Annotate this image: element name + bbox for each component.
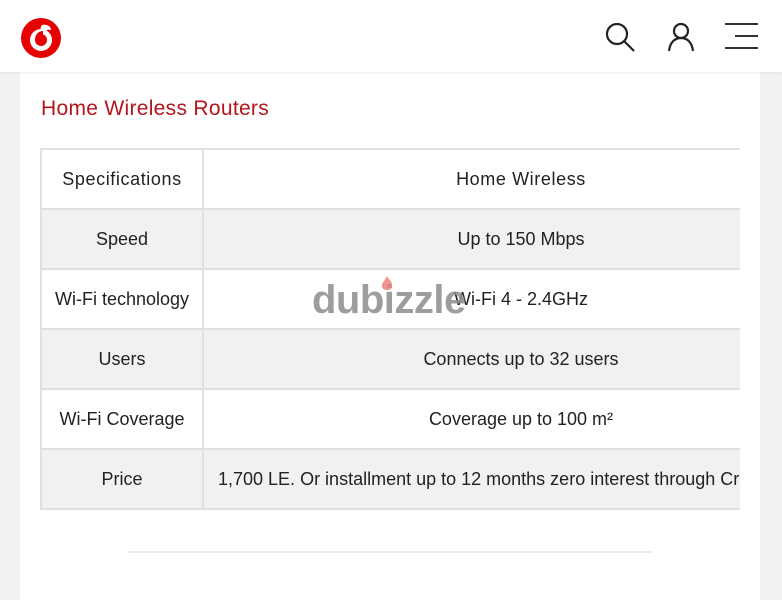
table-row: Wi-Fi Coverage Coverage up to 100 m²	[40, 388, 740, 450]
table-header-row: Specifications Home Wireless	[40, 148, 740, 210]
content-card: Home Wireless Routers Specifications Hom…	[20, 72, 760, 600]
page-title: Home Wireless Routers	[41, 97, 270, 120]
top-header	[0, 0, 782, 72]
header-home-wireless: Home Wireless	[202, 148, 740, 210]
search-icon[interactable]	[603, 20, 637, 54]
table-row: Price 1,700 LE. Or installment up to 12 …	[40, 448, 740, 510]
table-row: Speed Up to 150 Mbps	[40, 208, 740, 270]
row-label: Wi-Fi technology	[40, 268, 204, 330]
vodafone-logo[interactable]	[20, 17, 62, 59]
row-label: Users	[40, 328, 204, 390]
row-value: Coverage up to 100 m²	[202, 388, 740, 450]
specs-table-scroll[interactable]: Specifications Home Wireless Speed Up to…	[40, 148, 740, 510]
row-label: Wi-Fi Coverage	[40, 388, 204, 450]
row-label: Speed	[40, 208, 204, 270]
table-row: Users Connects up to 32 users	[40, 328, 740, 390]
row-value: Connects up to 32 users	[202, 328, 740, 390]
row-value: Wi-Fi 4 - 2.4GHz	[202, 268, 740, 330]
menu-icon[interactable]	[724, 20, 758, 54]
section-divider	[128, 551, 652, 553]
specs-table: Specifications Home Wireless Speed Up to…	[40, 148, 740, 510]
row-value: Up to 150 Mbps	[202, 208, 740, 270]
header-specifications: Specifications	[40, 148, 204, 210]
row-value: 1,700 LE. Or installment up to 12 months…	[202, 448, 740, 510]
flame-icon	[381, 276, 393, 290]
user-icon[interactable]	[664, 20, 698, 54]
row-label: Price	[40, 448, 204, 510]
